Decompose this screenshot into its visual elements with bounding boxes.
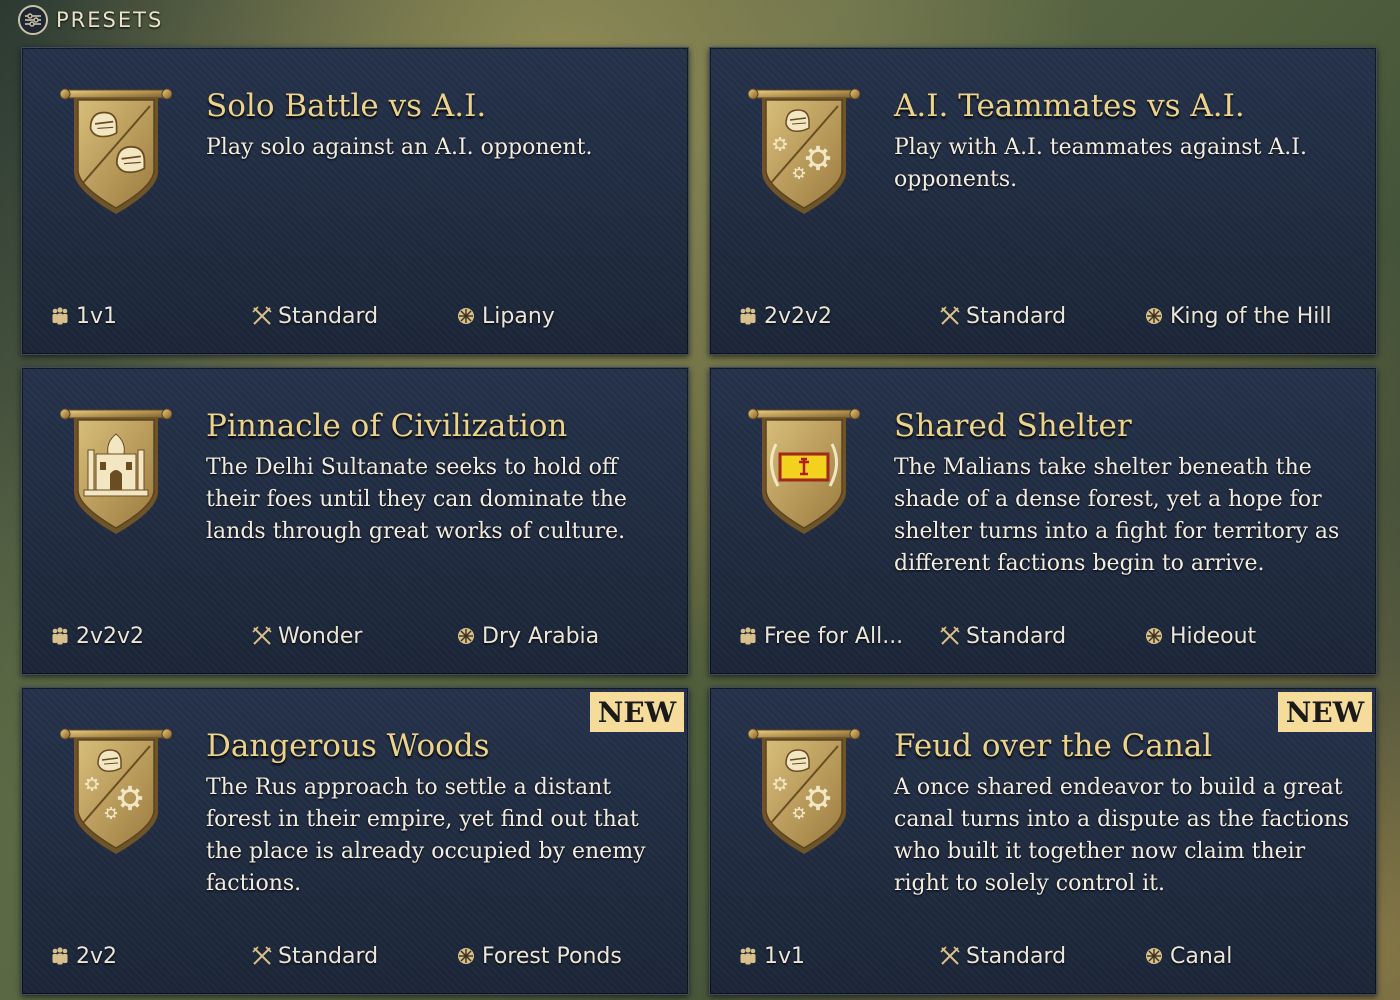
mode-info: Wonder (252, 620, 362, 652)
preset-description: A once shared endeavor to build a great … (894, 775, 1350, 896)
map-info: Canal (1144, 940, 1232, 972)
map-icon (456, 306, 476, 326)
preset-card-dangerous-woods[interactable]: NEW Dangerous Woods The Rus approach to … (21, 687, 689, 995)
mode-info: Standard (940, 940, 1066, 972)
preset-title: Dangerous Woods (206, 728, 490, 764)
page-title: PRESETS (56, 8, 164, 32)
preset-card-solo-battle[interactable]: Solo Battle vs A.I. Play solo against an… (21, 47, 689, 355)
preset-title: Pinnacle of Civilization (206, 408, 568, 444)
preset-description: The Delhi Sultanate seeks to hold off th… (206, 455, 627, 544)
map-icon (1144, 626, 1164, 646)
preset-title: Solo Battle vs A.I. (206, 88, 487, 124)
map-icon (456, 946, 476, 966)
preset-card-shared-shelter[interactable]: Shared Shelter The Malians take shelter … (709, 367, 1377, 675)
crest-helmets-icon (60, 84, 172, 220)
players-label: 2v2 (76, 943, 118, 969)
players-label: Free for All... (764, 623, 904, 649)
preset-title: Shared Shelter (894, 408, 1132, 444)
players-info: 1v1 (50, 300, 117, 332)
crossed-swords-icon (252, 306, 272, 326)
preset-description: Play solo against an A.I. opponent. (206, 135, 593, 160)
preset-title: Feud over the Canal (894, 728, 1213, 764)
crest-flag-icon (748, 404, 860, 540)
crest-ai-team-icon (748, 84, 860, 220)
map-label: Canal (1170, 943, 1233, 969)
map-label: King of the Hill (1170, 303, 1332, 329)
map-label: Hideout (1170, 623, 1257, 649)
new-badge: NEW (590, 692, 684, 732)
mode-info: Standard (940, 300, 1066, 332)
preset-card-ai-teammates[interactable]: A.I. Teammates vs A.I. Play with A.I. te… (709, 47, 1377, 355)
players-label: 1v1 (764, 943, 806, 969)
players-icon (50, 946, 70, 966)
players-icon (738, 946, 758, 966)
crossed-swords-icon (940, 306, 960, 326)
crossed-swords-icon (252, 626, 272, 646)
map-info: Forest Ponds (456, 940, 622, 972)
crest-ai-team-icon (748, 724, 860, 860)
presets-grid: Solo Battle vs A.I. Play solo against an… (21, 47, 1378, 997)
preset-card-pinnacle[interactable]: Pinnacle of Civilization The Delhi Sulta… (21, 367, 689, 675)
crossed-swords-icon (940, 946, 960, 966)
mode-label: Wonder (278, 623, 363, 649)
preset-title: A.I. Teammates vs A.I. (894, 88, 1245, 124)
crest-palace-icon (60, 404, 172, 540)
map-info: Hideout (1144, 620, 1256, 652)
map-info: Dry Arabia (456, 620, 599, 652)
players-label: 1v1 (76, 303, 118, 329)
mode-label: Standard (278, 943, 379, 969)
players-info: 2v2 (50, 940, 117, 972)
players-label: 2v2v2 (76, 623, 145, 649)
mode-info: Standard (252, 940, 378, 972)
players-info: Free for All... (738, 620, 903, 652)
map-info: Lipany (456, 300, 555, 332)
map-label: Forest Ponds (482, 943, 622, 969)
preset-description: The Malians take shelter beneath the sha… (894, 455, 1340, 576)
mode-label: Standard (966, 943, 1067, 969)
players-info: 2v2v2 (738, 300, 832, 332)
players-icon (50, 626, 70, 646)
crossed-swords-icon (940, 626, 960, 646)
players-icon (50, 306, 70, 326)
presets-icon (18, 5, 48, 35)
players-icon (738, 306, 758, 326)
map-icon (1144, 306, 1164, 326)
players-info: 2v2v2 (50, 620, 144, 652)
players-label: 2v2v2 (764, 303, 833, 329)
players-icon (738, 626, 758, 646)
mode-info: Standard (252, 300, 378, 332)
crossed-swords-icon (252, 946, 272, 966)
map-info: King of the Hill (1144, 300, 1332, 332)
preset-description: The Rus approach to settle a distant for… (206, 775, 646, 896)
map-icon (1144, 946, 1164, 966)
mode-label: Standard (966, 303, 1067, 329)
preset-card-feud-canal[interactable]: NEW Feud over the Canal A once shared en… (709, 687, 1377, 995)
players-info: 1v1 (738, 940, 805, 972)
new-badge: NEW (1278, 692, 1372, 732)
mode-info: Standard (940, 620, 1066, 652)
map-icon (456, 626, 476, 646)
presets-header: PRESETS (18, 2, 163, 38)
mode-label: Standard (966, 623, 1067, 649)
preset-description: Play with A.I. teammates against A.I. op… (894, 135, 1307, 192)
map-label: Dry Arabia (482, 623, 600, 649)
crest-ai-team-icon (60, 724, 172, 860)
mode-label: Standard (278, 303, 379, 329)
map-label: Lipany (482, 303, 555, 329)
